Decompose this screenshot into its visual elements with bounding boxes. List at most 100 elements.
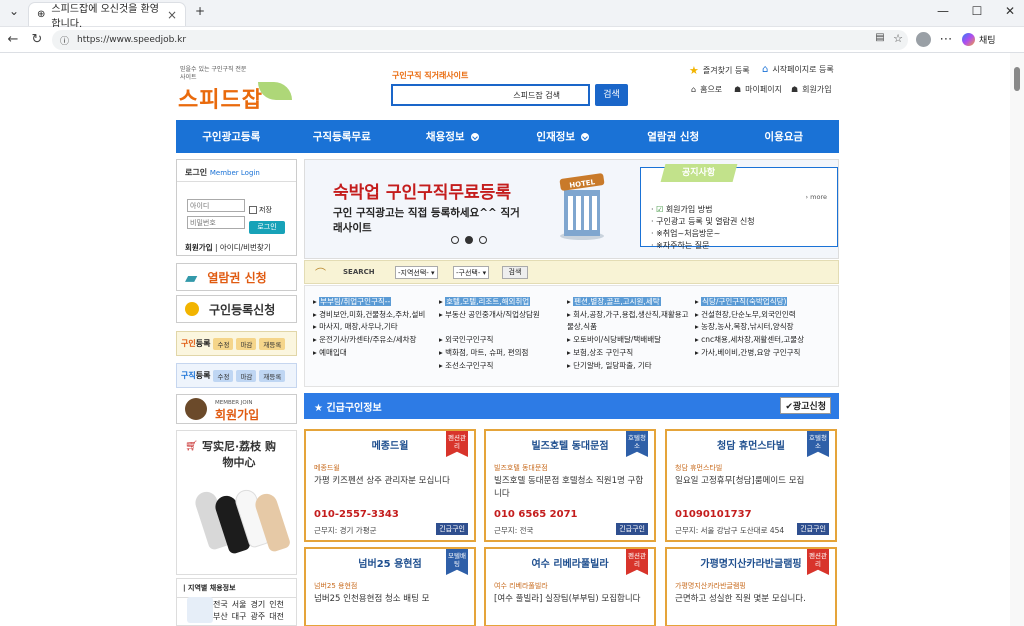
login-button[interactable]: 로그인 [249, 221, 285, 234]
category-link[interactable]: ▸ 조선소구인구직 [439, 360, 567, 373]
profile-avatar[interactable] [916, 32, 931, 47]
slider-dot[interactable] [451, 236, 459, 244]
ad-apply-button[interactable]: ✔광고신청 [780, 397, 831, 414]
browser-tab[interactable]: ⊕ 스피드잡에 오신것을 환영합니다. × [28, 2, 186, 30]
category-link[interactable]: ▸ 호텔,모텔,리조트,해외취업 [439, 296, 567, 309]
seek-edit-button[interactable]: 수정 [213, 369, 234, 382]
job-card-ribbon: 펜션관리 [446, 431, 468, 457]
nav-item-talent-info[interactable]: 인재정보 [508, 129, 619, 144]
category-link[interactable]: ▸ 백화점, 마트, 슈퍼, 편의점 [439, 347, 567, 360]
category-link[interactable]: ▸ cnc채용,세차장,재활센터,고물상 [695, 334, 835, 347]
hero-banner[interactable]: 숙박업 구인구직무료등록 구인 구직광고는 직접 등록하세요^^ 직거래사이트 … [304, 159, 839, 259]
mypage-link[interactable]: ☗ 마이페이지 [734, 84, 782, 95]
copilot-button[interactable]: 채팅 [962, 33, 996, 46]
startpage-link[interactable]: ⌂ 시작페이지로 등록 [762, 64, 834, 75]
refresh-icon[interactable]: ↻ [29, 32, 45, 47]
district-select[interactable]: -구선택- ▾ [453, 266, 490, 279]
find-account-link[interactable]: 아이디/비번찾기 [220, 243, 271, 252]
nav-item-job-info[interactable]: 채용정보 [397, 129, 508, 144]
login-id-input[interactable] [187, 199, 245, 212]
nav-item-pricing[interactable]: 이용요금 [729, 129, 840, 144]
seek-close-button[interactable]: 마감 [236, 369, 257, 382]
job-close-button[interactable]: 마감 [236, 337, 257, 350]
notice-item[interactable]: · ※자주하는 질문 [651, 240, 755, 252]
category-link[interactable]: ▸ 식당/구인구직(숙박업식당) [695, 296, 835, 309]
close-tab-icon[interactable]: × [167, 8, 177, 22]
job-card[interactable]: 가평명지산카라반글램핑 펜션관리 가평명지산카라반글램핑 근면하고 성실한 직원 몇분… [665, 547, 837, 626]
job-card[interactable]: 빌즈호텔 동대문점 호텔청소 빌즈호텔 동대문점 빌즈호텔 동대문점 호텔청소 직원1… [484, 429, 656, 542]
job-reregister-button[interactable]: 재등록 [259, 337, 286, 350]
category-link[interactable]: ▸ 경비보안,미화,건물청소,주차,설비 [313, 309, 438, 322]
page-scrollbar[interactable] [1010, 53, 1024, 626]
member-join-banner[interactable]: MEMBER JOIN 회원가입 [176, 394, 297, 424]
category-link[interactable]: ▸ 단기알바, 일당파출, 기타 [567, 360, 695, 373]
promo-banner[interactable]: 写实尼·荔枝 购物中心 🛒︎ [176, 430, 297, 575]
category-link[interactable]: ▸ 예매입대 [313, 347, 438, 360]
nav-item-job-ad[interactable]: 구인광고등록 [176, 129, 287, 144]
region-link[interactable]: 서울 [232, 599, 247, 610]
join-link[interactable]: 회원가입 [185, 243, 213, 252]
region-link[interactable]: 대전 [269, 611, 284, 622]
job-card[interactable]: 넘버25 용현점 모텔배팅 넘버25 용현점 넘버25 인천용현점 청소 배팅 모 [304, 547, 476, 626]
close-window-icon[interactable]: ✕ [1000, 4, 1020, 18]
search-button[interactable]: 검색 [595, 84, 628, 106]
category-link[interactable]: ▸ 회사,공장,가구,용접,생산직,재활용고물상,식품 [567, 309, 695, 334]
region-link[interactable]: 인천 [269, 599, 284, 610]
tab-actions-icon[interactable]: ⌄ [4, 4, 24, 18]
home-link[interactable]: ⌂ 홈으로 [691, 84, 722, 95]
category-link[interactable]: ▸ 오토바이/식당배달/택배배달 [567, 334, 695, 347]
category-link[interactable]: ▸ 외국인구인구직 [439, 334, 567, 347]
notice-item[interactable]: · 구인광고 등록 및 열람권 신청 [651, 216, 755, 228]
category-link[interactable]: ▸ 운전기사/카센타/주유소/세차장 [313, 334, 438, 347]
job-card[interactable]: 메종드윌 펜션관리 메종드윌 가평 키즈펜션 상주 관리자분 모십니다 010-2557… [304, 429, 476, 542]
search-input[interactable]: 스피드잡 검색 [391, 84, 590, 106]
category-link[interactable]: ▸ 펜션,별장,골프,고시원,세탁 [567, 296, 695, 309]
back-icon[interactable]: ← [5, 32, 21, 47]
slider-dot[interactable] [479, 236, 487, 244]
region-link[interactable]: 대구 [232, 611, 247, 622]
seek-reregister-button[interactable]: 재등록 [259, 369, 286, 382]
job-card[interactable]: 청담 휴먼스타빌 호텔청소 청담 휴먼스타빌 일요일 고정휴무[청담]룸메이드 모집 0… [665, 429, 837, 542]
region-select[interactable]: -지역선택- ▾ [395, 266, 438, 279]
site-info-icon[interactable]: ⓘ [60, 34, 69, 47]
category-link[interactable]: ▸ 부부팀/취업구인구직-- [313, 296, 438, 309]
slider-dot-active[interactable] [465, 236, 473, 244]
category-link[interactable]: ▸ 마사지, 매장,사우나,기타 [313, 321, 438, 334]
save-id-checkbox[interactable]: 저장 [249, 205, 272, 215]
region-link[interactable]: 전국 [213, 599, 228, 610]
new-tab-icon[interactable]: + [190, 4, 210, 18]
category-link[interactable]: ▸ 농장,농사,목장,낚시터,양식장 [695, 321, 835, 334]
region-link[interactable]: 광주 [250, 611, 265, 622]
region-link[interactable]: 경기 [250, 599, 265, 610]
notice-more-link[interactable]: › more [805, 193, 827, 201]
maximize-icon[interactable]: ☐ [967, 4, 987, 18]
region-link[interactable]: 부산 [213, 611, 228, 622]
category-link[interactable]: ▸ 보험,상조 구인구직 [567, 347, 695, 360]
url-field[interactable]: ⓘ https://www.speedjob.kr [52, 30, 908, 50]
job-card[interactable]: 여수 리베라풀빌라 펜션관리 여수 리베라풀빌라 [여수 풀빌라] 실장팀(부부팀) … [484, 547, 656, 626]
category-link[interactable]: ▸ 부동산 공인중개사/직업상담원 [439, 309, 567, 322]
more-icon[interactable]: ⋯ [938, 32, 954, 47]
category-link[interactable]: ▸ 건설현장,단순노무,외국인인력 [695, 309, 835, 322]
nav-item-seek-register[interactable]: 구직등록무료 [287, 129, 398, 144]
notice-item[interactable]: · ☑ 회원가입 방법 [651, 204, 755, 216]
site-logo[interactable]: 스피드잡 [178, 82, 263, 114]
urgent-hire-button[interactable]: 긴급구인 [436, 523, 468, 535]
home-page-icon: ⌂ [762, 64, 769, 75]
urgent-hire-button[interactable]: 긴급구인 [616, 523, 648, 535]
filter-search-button[interactable]: 검색 [502, 266, 528, 279]
favorite-star-icon[interactable]: ☆ [890, 32, 906, 45]
scrollbar-thumb[interactable] [1014, 67, 1020, 91]
bookmark-link[interactable]: ★ 즐겨찾기 등록 [689, 64, 750, 77]
login-password-input[interactable] [187, 216, 245, 229]
job-edit-button[interactable]: 수정 [213, 337, 234, 350]
minimize-icon[interactable]: — [933, 4, 953, 18]
nav-item-view-pass[interactable]: 열람권 신청 [618, 129, 729, 144]
job-register-banner[interactable]: 구인등록신청 [176, 295, 297, 323]
category-link[interactable]: ▸ 가사,베이비,간병,요양 구인구직 [695, 347, 835, 360]
signup-link[interactable]: ☗ 회원가입 [791, 84, 832, 95]
view-pass-banner[interactable]: ▰ 열람권 신청 [176, 263, 297, 291]
reader-icon[interactable]: ▤ [872, 32, 888, 43]
urgent-hire-button[interactable]: 긴급구인 [797, 523, 829, 535]
notice-item[interactable]: · ※취업~처음방문~ [651, 228, 755, 240]
